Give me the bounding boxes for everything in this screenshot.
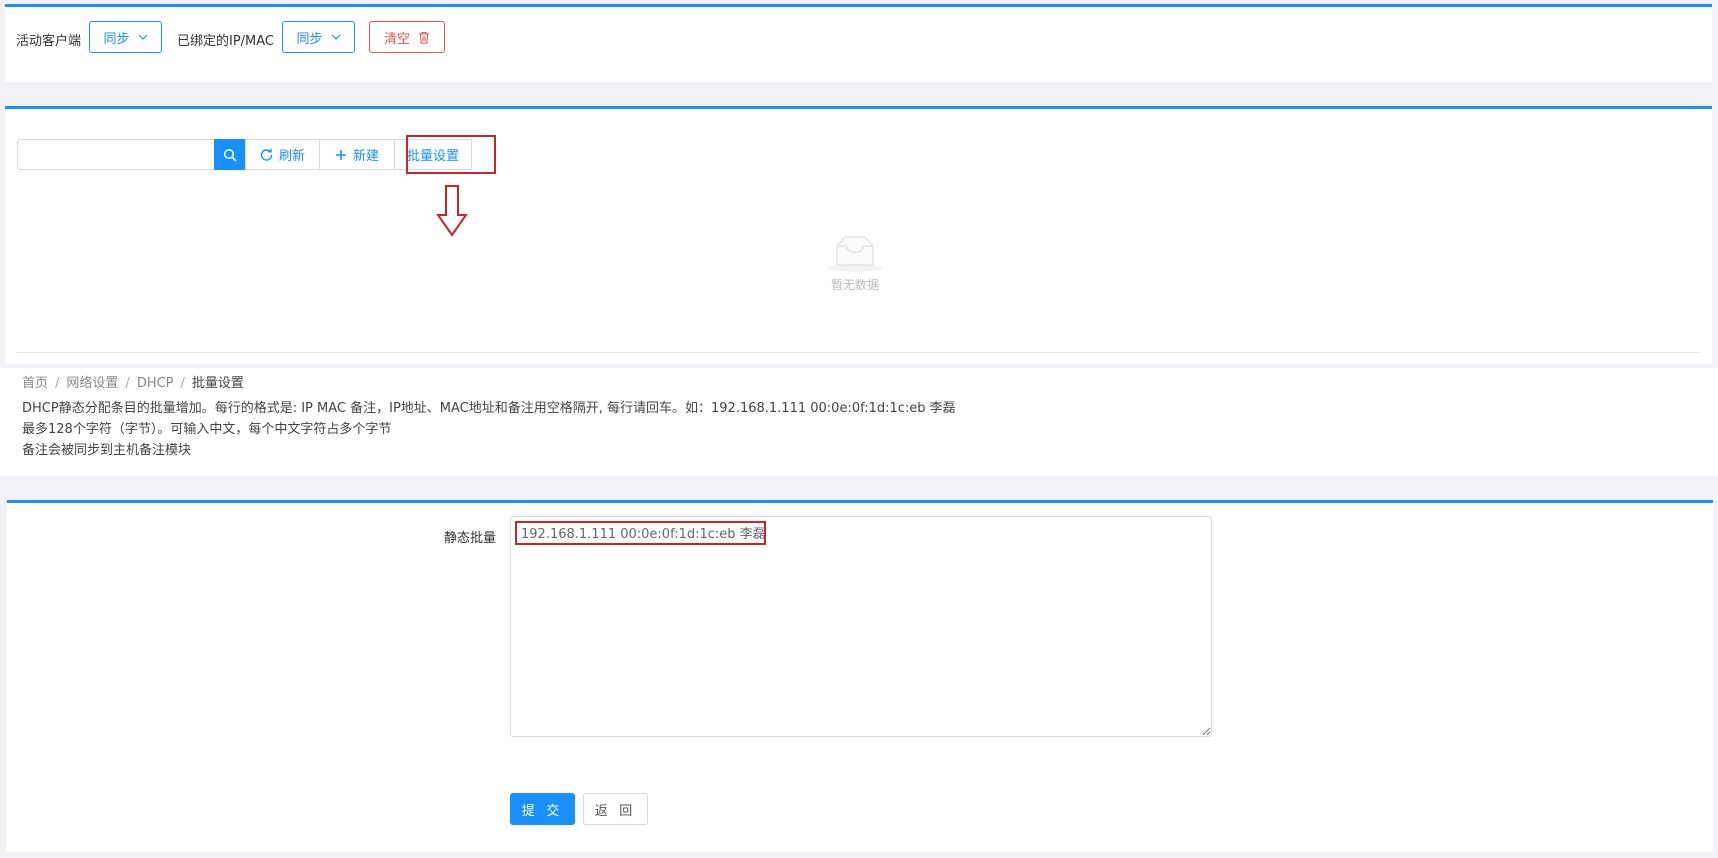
breadcrumb-dhcp[interactable]: DHCP: [137, 376, 174, 391]
search-input[interactable]: [17, 139, 214, 170]
new-label: 新建: [352, 149, 379, 164]
empty-inbox-icon: [827, 236, 883, 272]
highlight-box-batch: [406, 135, 496, 174]
static-batch-textarea[interactable]: 192.168.1.111 00:0e:0f:1d:1c:eb 李磊: [510, 516, 1212, 737]
new-button[interactable]: 新建: [319, 139, 395, 170]
static-batch-label: 静态批量: [444, 531, 497, 546]
table-divider: [17, 352, 1700, 353]
trash-icon: [419, 31, 429, 44]
back-button[interactable]: 返 回: [583, 793, 648, 825]
search-icon: [223, 148, 237, 162]
sync-label: 同步: [103, 31, 130, 47]
breadcrumb-home[interactable]: 首页: [22, 376, 48, 391]
highlight-box-example: [515, 521, 766, 545]
refresh-icon: [260, 148, 273, 161]
refresh-button[interactable]: 刷新: [245, 139, 320, 170]
info-panel: 首页 / 网络设置 / DHCP / 批量设置 DHCP静态分配条目的批量增加。每行的格式是…: [0, 368, 1718, 476]
empty-state: 暂无数据: [825, 234, 885, 293]
chevron-down-icon: [331, 34, 340, 40]
submit-button[interactable]: 提 交: [510, 793, 575, 825]
form-panel: 静态批量 192.168.1.111 00:0e:0f:1d:1c:eb 李磊 …: [7, 500, 1713, 852]
sync-bound-button[interactable]: 同步: [282, 21, 355, 53]
description-line-1: DHCP静态分配条目的批量增加。每行的格式是: IP MAC 备注，IP地址、M…: [22, 401, 956, 416]
active-clients-label: 活动客户端: [16, 34, 82, 49]
clear-button[interactable]: 清空: [369, 21, 445, 53]
sync-label: 同步: [296, 31, 323, 47]
breadcrumb-current: 批量设置: [191, 376, 244, 391]
sync-active-clients-button[interactable]: 同步: [89, 21, 162, 53]
breadcrumb-network[interactable]: 网络设置: [66, 376, 118, 391]
description-line-3: 备注会被同步到主机备注模块: [22, 443, 192, 458]
bound-ip-mac-label: 已绑定的IP/MAC: [177, 34, 275, 49]
sync-panel: 活动客户端 同步 已绑定的IP/MAC 同步 清空: [5, 4, 1712, 82]
description-line-2: 最多128个字符（字节）。可输入中文，每个中文字符占多个字节: [22, 422, 392, 437]
refresh-label: 刷新: [278, 149, 305, 164]
search-button[interactable]: [214, 139, 245, 170]
clear-label: 清空: [383, 31, 410, 47]
breadcrumb: 首页 / 网络设置 / DHCP / 批量设置: [22, 376, 244, 391]
chevron-down-icon: [138, 34, 147, 40]
empty-text: 暂无数据: [830, 278, 879, 292]
arrow-down-icon: [436, 185, 468, 237]
plus-icon: [335, 149, 346, 160]
list-panel: 刷新 新建 批量设置 暂无数据: [5, 106, 1712, 364]
